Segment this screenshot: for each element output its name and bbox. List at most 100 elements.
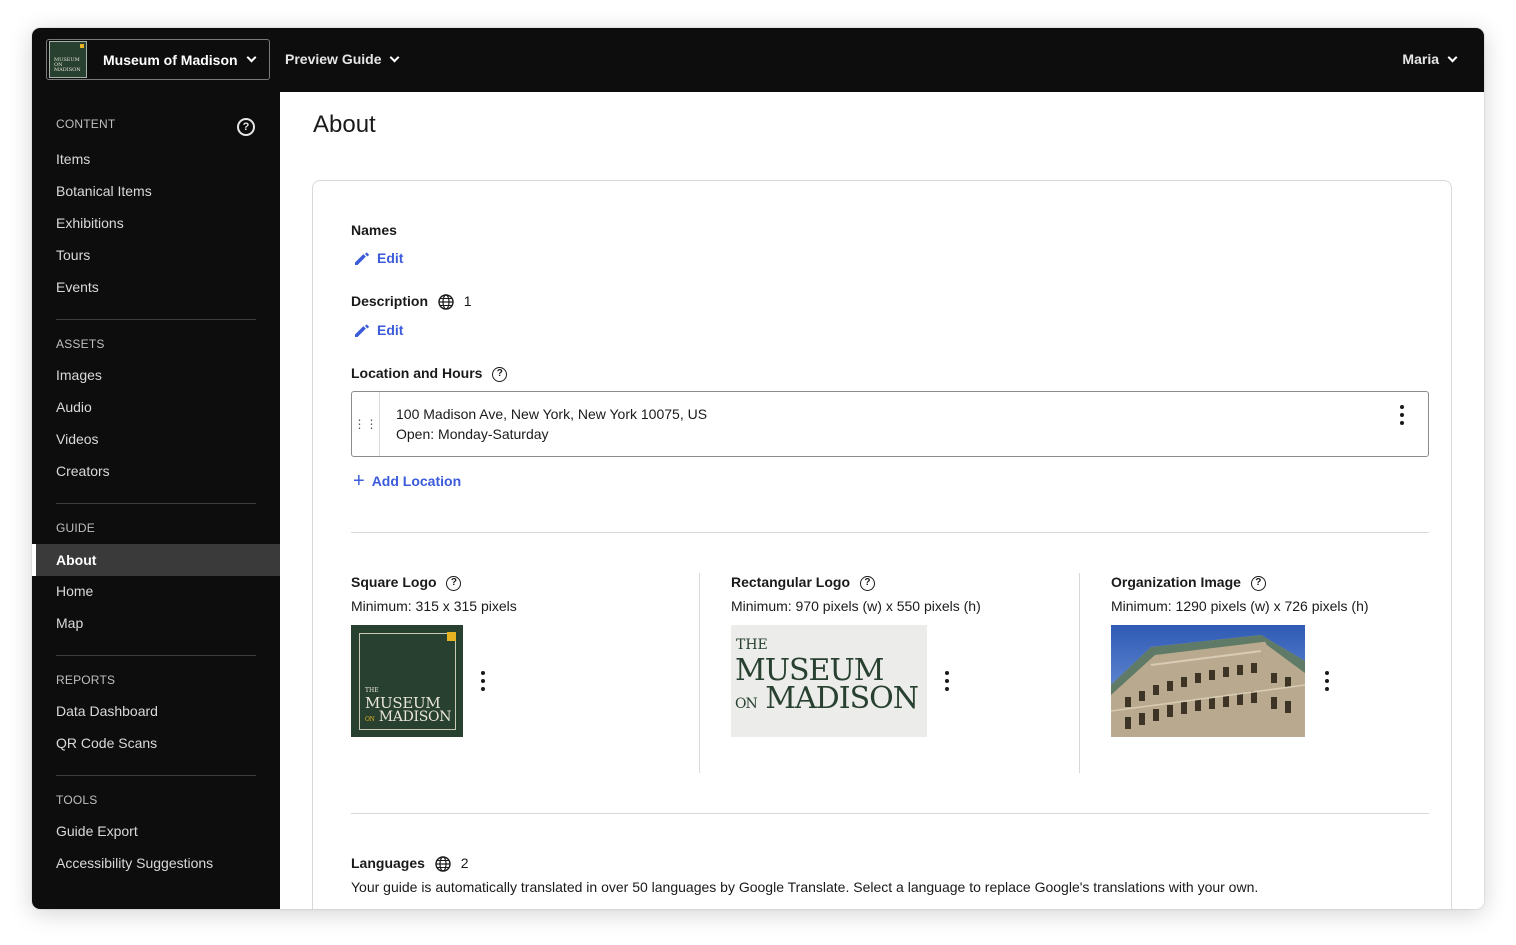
sidebar-item-botanical-items[interactable]: Botanical Items xyxy=(56,183,152,199)
pencil-icon xyxy=(355,324,369,337)
square-logo-label: Square Logo xyxy=(351,574,437,590)
add-location-button[interactable]: + Add Location xyxy=(353,470,462,492)
help-icon[interactable]: ? xyxy=(446,575,462,591)
help-icon[interactable]: ? xyxy=(237,118,255,136)
sidebar-item-about[interactable]: About xyxy=(32,544,280,576)
sidebar-item-label: About xyxy=(56,552,97,568)
square-logo-minimum: Minimum: 315 x 315 pixels xyxy=(351,598,517,614)
org-image-label: Organization Image xyxy=(1111,574,1241,590)
names-edit-button[interactable]: Edit xyxy=(353,249,403,267)
help-icon[interactable]: ? xyxy=(492,366,508,382)
location-label-row: Location and Hours ? xyxy=(351,365,508,382)
column-divider xyxy=(699,573,700,773)
section-divider xyxy=(351,813,1429,814)
description-label-row: Description 1 xyxy=(351,293,472,310)
user-menu[interactable]: Maria xyxy=(1402,51,1458,67)
more-options-icon[interactable] xyxy=(1321,671,1333,691)
help-icon[interactable]: ? xyxy=(1250,575,1266,591)
square-logo-label-row: Square Logo ? xyxy=(351,574,462,591)
sidebar-divider xyxy=(56,775,256,776)
top-bar: MUSEUM ON MADISON Museum of Madison Prev… xyxy=(32,28,1484,92)
chevron-down-icon xyxy=(246,52,257,63)
location-label: Location and Hours xyxy=(351,365,483,381)
languages-count: 2 xyxy=(460,855,469,871)
pencil-icon xyxy=(355,252,369,265)
globe-icon xyxy=(438,294,454,310)
add-location-label: Add Location xyxy=(371,473,462,489)
help-icon[interactable]: ? xyxy=(859,575,875,591)
org-logo: MUSEUM ON MADISON xyxy=(49,41,87,78)
names-edit-label: Edit xyxy=(377,250,404,266)
location-address: 100 Madison Ave, New York, New York 1007… xyxy=(396,406,708,422)
sidebar-section-reports: REPORTS xyxy=(56,673,116,687)
rect-logo-label-row: Rectangular Logo ? xyxy=(731,574,875,591)
preview-guide-label: Preview Guide xyxy=(285,51,382,67)
sidebar-section-content: CONTENT xyxy=(56,117,116,131)
logo-text-the: THE xyxy=(365,687,379,694)
column-divider xyxy=(1079,573,1080,773)
plus-icon: + xyxy=(353,470,365,492)
sidebar-item-map[interactable]: Map xyxy=(56,615,83,631)
org-name: Museum of Madison xyxy=(103,51,238,68)
rect-logo-minimum: Minimum: 970 pixels (w) x 550 pixels (h) xyxy=(731,598,981,614)
rect-logo-image[interactable]: THE MUSEUM ON MADISON xyxy=(731,625,927,737)
rect-logo-label: Rectangular Logo xyxy=(731,574,851,590)
location-hours: Open: Monday-Saturday xyxy=(396,426,549,442)
sidebar-item-exhibitions[interactable]: Exhibitions xyxy=(56,215,124,231)
sidebar-divider xyxy=(56,503,256,504)
chevron-down-icon xyxy=(390,52,400,62)
sidebar-section-assets: ASSETS xyxy=(56,337,105,351)
sidebar-item-images[interactable]: Images xyxy=(56,367,102,383)
sidebar-section-tools: TOOLS xyxy=(56,793,98,807)
more-options-icon[interactable] xyxy=(941,671,953,691)
sidebar-item-audio[interactable]: Audio xyxy=(56,399,92,415)
page-title: About xyxy=(313,111,376,138)
logo-corner-mark xyxy=(447,632,456,641)
description-edit-button[interactable]: Edit xyxy=(353,321,403,339)
description-language-count: 1 xyxy=(463,293,472,309)
sidebar-item-home[interactable]: Home xyxy=(56,583,93,599)
sidebar-divider xyxy=(56,655,256,656)
logo-text-madison: ON MADISON xyxy=(365,709,452,725)
logo-corner-mark xyxy=(80,44,84,48)
languages-label-row: Languages 2 xyxy=(351,855,468,872)
languages-description: Your guide is automatically translated i… xyxy=(351,879,1259,895)
logo-text-madison: ON MADISON xyxy=(735,681,919,716)
sidebar-section-guide: GUIDE xyxy=(56,521,96,535)
sidebar-item-events[interactable]: Events xyxy=(56,279,99,295)
names-label: Names xyxy=(351,222,397,238)
sidebar-item-guide-export[interactable]: Guide Export xyxy=(56,823,138,839)
org-switcher[interactable]: MUSEUM ON MADISON Museum of Madison xyxy=(46,39,270,80)
organization-image[interactable] xyxy=(1111,625,1305,737)
more-options-icon[interactable] xyxy=(1396,405,1408,425)
drag-handle-icon[interactable]: ⋮⋮ xyxy=(352,392,380,456)
logo-text-the: THE xyxy=(736,637,768,653)
sidebar-item-videos[interactable]: Videos xyxy=(56,431,99,447)
org-image-label-row: Organization Image ? xyxy=(1111,574,1266,591)
sidebar-item-qr-code-scans[interactable]: QR Code Scans xyxy=(56,735,157,751)
square-logo-image[interactable]: THE MUSEUM ON MADISON xyxy=(351,625,463,737)
about-card: Names Edit Description 1 Edit Location a… xyxy=(312,180,1452,909)
preview-guide-dropdown[interactable]: Preview Guide xyxy=(285,51,400,67)
description-label: Description xyxy=(351,293,429,309)
location-card: ⋮⋮ 100 Madison Ave, New York, New York 1… xyxy=(351,391,1429,457)
user-name: Maria xyxy=(1402,51,1439,67)
more-options-icon[interactable] xyxy=(477,671,489,691)
languages-label: Languages xyxy=(351,855,425,871)
sidebar-item-creators[interactable]: Creators xyxy=(56,463,110,479)
description-edit-label: Edit xyxy=(377,322,404,338)
sidebar-item-tours[interactable]: Tours xyxy=(56,247,90,263)
sidebar: CONTENT ? Items Botanical Items Exhibiti… xyxy=(32,92,280,909)
building-photo xyxy=(1111,625,1305,737)
globe-icon xyxy=(435,856,451,872)
org-image-minimum: Minimum: 1290 pixels (w) x 726 pixels (h… xyxy=(1111,598,1369,614)
section-divider xyxy=(351,532,1429,533)
sidebar-item-accessibility-suggestions[interactable]: Accessibility Suggestions xyxy=(56,855,213,871)
sidebar-item-items[interactable]: Items xyxy=(56,151,90,167)
app-window: MUSEUM ON MADISON Museum of Madison Prev… xyxy=(32,28,1484,909)
sidebar-divider xyxy=(56,319,256,320)
sidebar-item-data-dashboard[interactable]: Data Dashboard xyxy=(56,703,158,719)
chevron-down-icon xyxy=(1447,52,1458,62)
org-logo-text: MUSEUM ON MADISON xyxy=(54,57,81,73)
main-content: About Names Edit Description 1 Edit Loca… xyxy=(280,92,1484,909)
